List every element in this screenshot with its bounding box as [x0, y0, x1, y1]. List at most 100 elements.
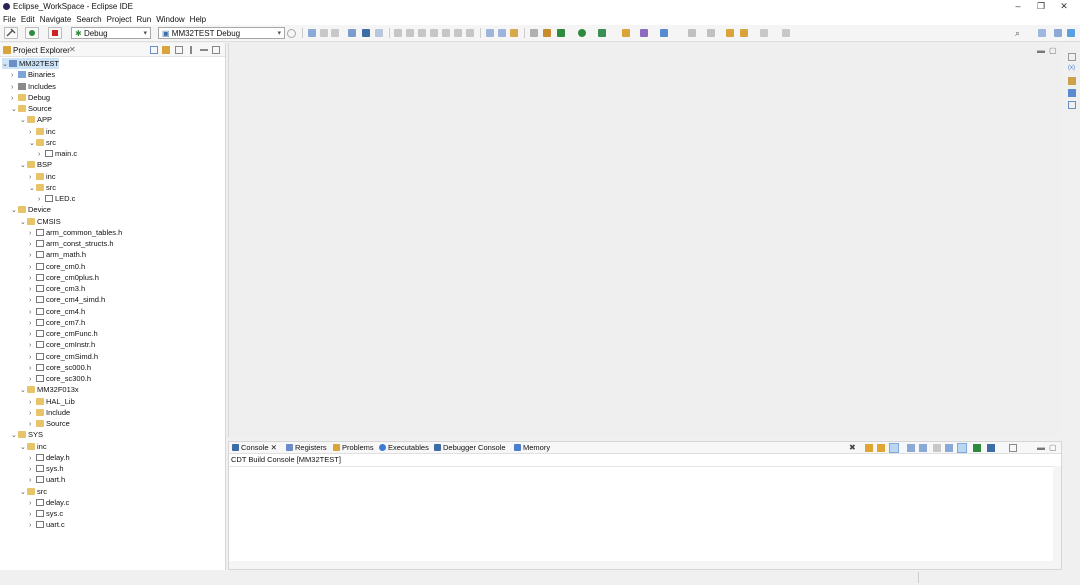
find-icon[interactable]: [933, 444, 941, 452]
outline-view-icon[interactable]: [1068, 89, 1076, 97]
memory-browser-icon[interactable]: [530, 29, 538, 37]
maximize-console-icon[interactable]: ▢: [1049, 443, 1057, 452]
menu-edit[interactable]: Edit: [21, 15, 35, 24]
maximize-editor-icon[interactable]: ▢: [1049, 46, 1057, 55]
tree-item[interactable]: › core_cm0plus.h: [29, 272, 99, 283]
console-dropdown-icon[interactable]: [987, 444, 995, 452]
clear-console-icon[interactable]: [907, 444, 915, 452]
tree-item[interactable]: ⌄ BSP: [20, 159, 52, 170]
search-icon[interactable]: ⌕: [1015, 28, 1020, 39]
tree-item[interactable]: › core_cm3.h: [29, 283, 85, 294]
tree-item[interactable]: ⌄ SYS: [11, 429, 43, 440]
minimize-editor-icon[interactable]: ▬: [1037, 46, 1045, 55]
chevron-down-icon[interactable]: ⌄: [20, 385, 27, 396]
close-view-icon[interactable]: ✕: [69, 45, 76, 54]
menu-search[interactable]: Search: [76, 15, 101, 24]
terminate-button[interactable]: [48, 27, 62, 39]
back-icon[interactable]: [740, 29, 748, 37]
launch-config-select[interactable]: ▣ MM32TEST Debug ▾: [158, 27, 285, 39]
save-all-icon[interactable]: [331, 29, 339, 37]
tree-item[interactable]: › core_cm7.h: [29, 317, 85, 328]
debug-toolbar-button[interactable]: [25, 27, 39, 39]
console-output[interactable]: [229, 466, 1061, 561]
terminal-icon[interactable]: [362, 29, 370, 37]
tree-item[interactable]: › sys.h: [29, 463, 64, 474]
debug-perspective-icon[interactable]: [1067, 29, 1075, 37]
run-icon[interactable]: [578, 29, 586, 37]
tree-item[interactable]: ⌄ src: [20, 486, 47, 497]
task-icon[interactable]: [660, 29, 668, 37]
minimize-button[interactable]: –: [1010, 1, 1026, 11]
tree-item[interactable]: › core_cmInstr.h: [29, 339, 95, 350]
tab-problems[interactable]: Problems: [333, 443, 374, 452]
tab-executables[interactable]: Executables: [379, 443, 429, 452]
open-console-icon[interactable]: [973, 444, 981, 452]
restore-button[interactable]: ❐: [1033, 1, 1049, 12]
link-editor-icon[interactable]: [162, 46, 170, 54]
menu-window[interactable]: Window: [156, 15, 184, 24]
close-console-icon[interactable]: ✕: [271, 443, 277, 452]
chevron-down-icon[interactable]: ⌄: [20, 217, 27, 228]
chevron-down-icon[interactable]: ⌄: [20, 115, 27, 126]
tree-item[interactable]: › LED.c: [38, 193, 75, 204]
chevron-down-icon[interactable]: ⌄: [11, 104, 18, 115]
last-edit-icon[interactable]: [726, 29, 734, 37]
collapse-all-icon[interactable]: [150, 46, 158, 54]
tree-item[interactable]: › core_sc300.h: [29, 373, 91, 384]
breakpoints-view-icon[interactable]: [1068, 77, 1076, 85]
tree-item[interactable]: › inc: [29, 171, 56, 182]
tree-item[interactable]: › core_cm4.h: [29, 306, 85, 317]
new-icon[interactable]: [308, 29, 316, 37]
tree-item[interactable]: ⌄ MM32F013x: [20, 384, 79, 395]
remove-launches-icon[interactable]: ✖: [849, 444, 857, 452]
tree-item[interactable]: › core_cm0.h: [29, 261, 85, 272]
tab-debugger-console[interactable]: Debugger Console: [434, 443, 506, 452]
tree-item[interactable]: › inc: [29, 126, 56, 137]
expressions-view-icon[interactable]: (x): [1068, 65, 1076, 73]
modules-view-icon[interactable]: [1068, 101, 1076, 109]
minimize-view-icon[interactable]: [200, 49, 208, 51]
chevron-down-icon[interactable]: ⌄: [11, 430, 18, 441]
console-horizontal-scrollbar[interactable]: [229, 561, 1061, 569]
coverage-icon[interactable]: [598, 29, 606, 37]
tree-item[interactable]: › delay.c: [29, 497, 69, 508]
previous-annotation-icon[interactable]: [707, 29, 715, 37]
menu-file[interactable]: File: [3, 15, 16, 24]
display-selected-console-icon[interactable]: [957, 443, 967, 453]
chevron-down-icon[interactable]: ⌄: [29, 183, 36, 194]
tab-memory[interactable]: Memory: [514, 443, 550, 452]
build-button[interactable]: [4, 27, 18, 39]
tree-item[interactable]: › Include: [29, 407, 70, 418]
menu-run[interactable]: Run: [137, 15, 152, 24]
tree-item[interactable]: ⌄ inc: [20, 441, 47, 452]
project-explorer-title[interactable]: Project Explorer: [13, 46, 70, 55]
chevron-down-icon[interactable]: ⌄: [20, 442, 27, 453]
skip-breakpoints-icon[interactable]: [375, 29, 383, 37]
tree-item[interactable]: ⌄ Source: [11, 103, 52, 114]
chevron-right-icon[interactable]: ›: [29, 520, 36, 531]
drop-frame-icon[interactable]: [498, 29, 506, 37]
suspend-icon[interactable]: [406, 29, 414, 37]
tree-item[interactable]: › core_cmSimd.h: [29, 351, 98, 362]
pin-console-icon[interactable]: [945, 444, 953, 452]
copy-icon[interactable]: [919, 444, 927, 452]
console-vertical-scrollbar[interactable]: [1053, 466, 1061, 561]
minimize-console-icon[interactable]: ▬: [1037, 443, 1045, 452]
tree-item[interactable]: ⌄ CMSIS: [20, 216, 61, 227]
tree-item[interactable]: ⌄ src: [29, 182, 56, 193]
open-folder-icon[interactable]: [622, 29, 630, 37]
chevron-down-icon[interactable]: ⌄: [2, 59, 9, 70]
view-menu-icon[interactable]: [190, 46, 192, 54]
cc-perspective-icon[interactable]: [1054, 29, 1062, 37]
tree-item[interactable]: › uart.h: [29, 474, 65, 485]
maximize-view-icon[interactable]: [212, 46, 220, 54]
resume-icon[interactable]: [394, 29, 402, 37]
tree-item[interactable]: › Source: [29, 418, 70, 429]
open-perspective-icon[interactable]: [1038, 29, 1046, 37]
scroll-lock-icon[interactable]: [865, 444, 873, 452]
forward-icon[interactable]: [760, 29, 768, 37]
tree-item[interactable]: › uart.c: [29, 519, 65, 530]
next-annotation-icon[interactable]: [688, 29, 696, 37]
menu-navigate[interactable]: Navigate: [40, 15, 72, 24]
tab-registers[interactable]: Registers: [286, 443, 327, 452]
